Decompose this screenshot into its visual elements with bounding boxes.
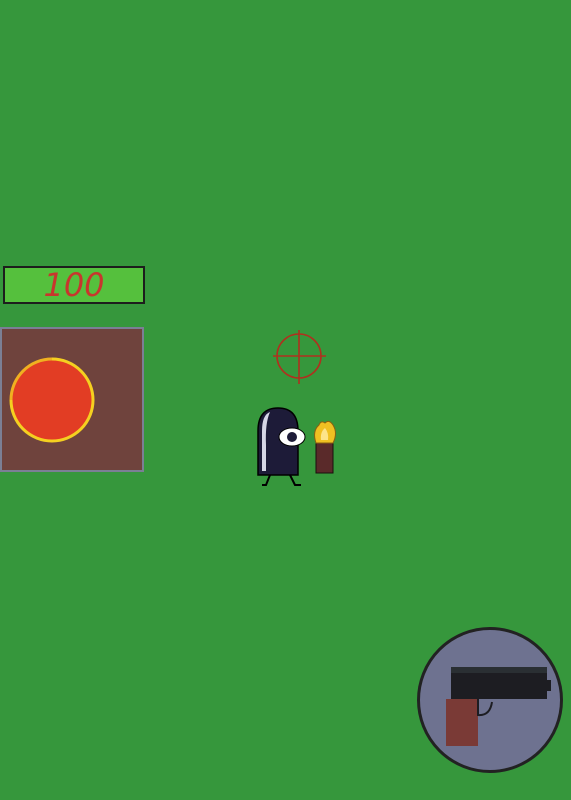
pistol-icon (446, 667, 551, 746)
fire-orb-icon (9, 357, 95, 443)
one-eyed-ghost-icon (257, 407, 306, 486)
torch-icon (314, 420, 336, 474)
health-value: 100 (43, 266, 105, 304)
crosshair-icon (273, 330, 326, 384)
health-bar: 100 (3, 266, 145, 304)
weapon-button[interactable] (417, 627, 563, 773)
player-character (257, 407, 336, 486)
ability-panel[interactable] (0, 327, 144, 472)
